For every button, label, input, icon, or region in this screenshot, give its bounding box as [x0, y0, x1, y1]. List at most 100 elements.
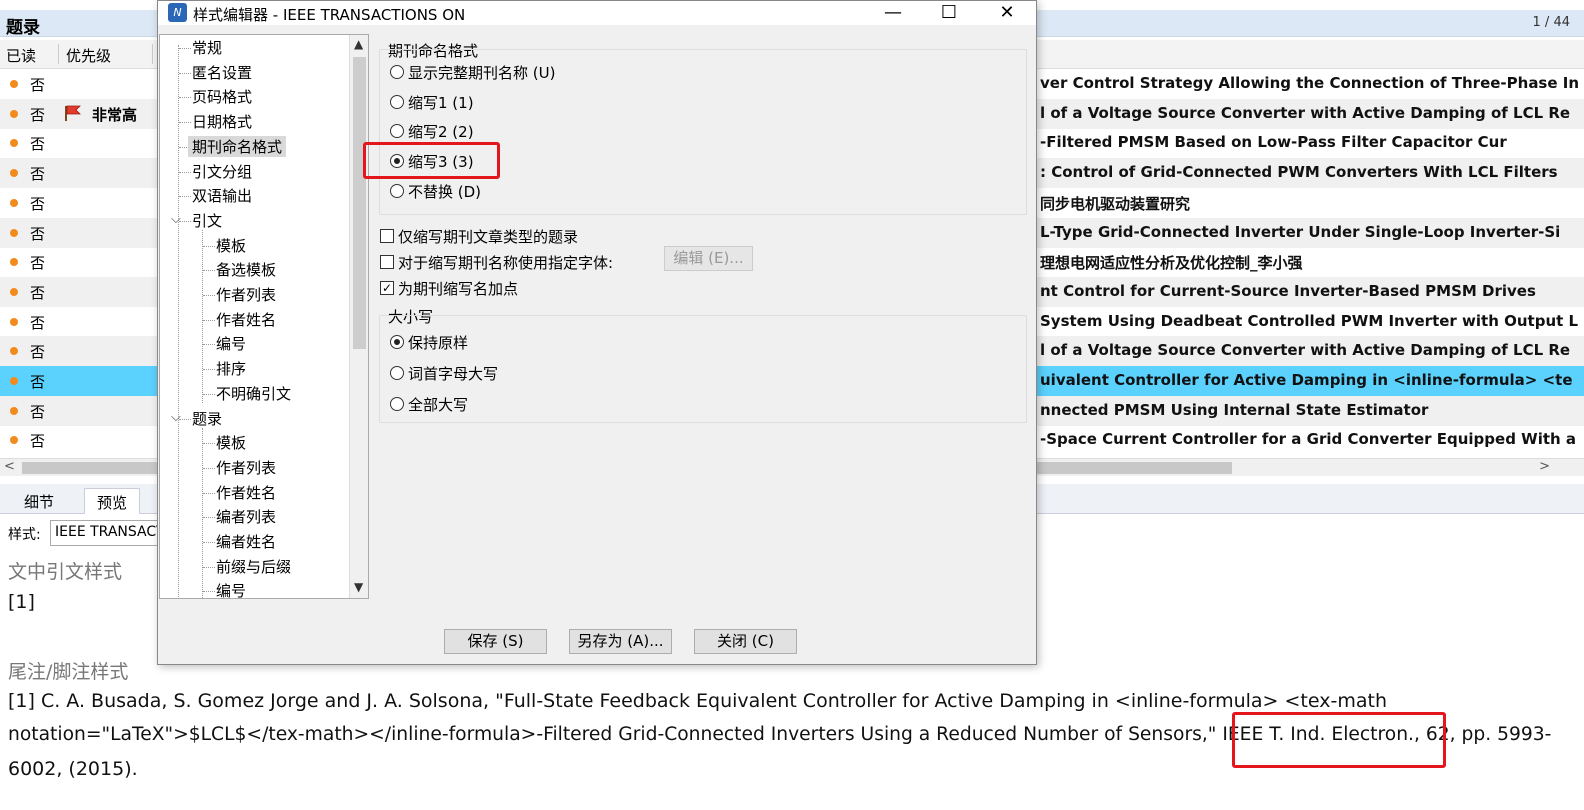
journal-format-radio-4[interactable] — [390, 183, 404, 198]
intext-citation-value: [1] — [8, 591, 35, 613]
scroll-down-icon[interactable]: ▼ — [354, 580, 363, 594]
column-header-read[interactable]: 已读 — [6, 45, 36, 66]
tree-item-page-format[interactable]: 页码格式 — [192, 86, 252, 107]
tree-item-prefix-suffix[interactable]: 前缀与后缀 — [216, 556, 291, 577]
close-icon[interactable]: ✕ — [984, 1, 1030, 25]
tree-scrollbar-thumb[interactable] — [353, 57, 366, 349]
use-font-checkbox[interactable] — [380, 255, 394, 269]
tree-item-citation-template[interactable]: 模板 — [216, 235, 246, 256]
row-title: : Control of Grid-Connected PWM Converte… — [1040, 163, 1558, 182]
row-read-status: 否 — [30, 402, 46, 421]
unread-dot-icon — [10, 287, 18, 296]
page-counter: 1 / 44 — [1532, 15, 1570, 30]
only-journal-checkbox[interactable] — [380, 229, 394, 243]
minimize-icon[interactable]: — — [870, 1, 916, 25]
unread-dot-icon — [10, 109, 18, 118]
style-editor-dialog: N 样式编辑器 - IEEE TRANSACTIONS ON — ☐ ✕ ▲ ▼… — [157, 0, 1037, 665]
tree-item-alt-template[interactable]: 备选模板 — [216, 259, 276, 280]
tree-guide-line — [202, 427, 203, 598]
maximize-icon[interactable]: ☐ — [926, 1, 972, 25]
tab-details[interactable]: 细节 — [12, 488, 66, 514]
case-radio-2[interactable] — [390, 397, 404, 411]
journal-format-radio-1[interactable] — [390, 94, 404, 109]
tree-item-sorting[interactable]: 排序 — [216, 358, 246, 379]
row-read-status: 否 — [30, 224, 46, 243]
tree-guide-line — [203, 393, 215, 395]
tree-item-bib-template[interactable]: 模板 — [216, 432, 246, 453]
row-title: 理想电网适应性分析及优化控制_李小强 — [1040, 254, 1303, 273]
tree-scrollbar[interactable]: ▲ ▼ — [349, 35, 368, 598]
tree-guide-line — [179, 72, 191, 74]
tree-guide-line — [203, 467, 215, 469]
save-as-button[interactable]: 另存为 (A)... — [569, 629, 672, 654]
journal-format-radio-0[interactable] — [390, 65, 404, 79]
tree-item-ambiguous[interactable]: 不明确引文 — [216, 383, 291, 404]
row-read-status: 否 — [30, 105, 46, 124]
case-radio-0[interactable] — [390, 335, 404, 349]
style-selector-row: 样式: IEEE TRANSACTIONS ON — [0, 518, 170, 548]
scroll-up-icon[interactable]: ▲ — [354, 37, 363, 51]
column-separator[interactable] — [58, 44, 59, 64]
scroll-left-icon[interactable]: < — [4, 459, 15, 474]
app-icon: N — [168, 3, 187, 22]
tree-guide-line — [203, 492, 215, 494]
scroll-right-icon[interactable]: > — [1539, 459, 1550, 474]
tree-item-bib-numbering[interactable]: 编号 — [216, 580, 246, 598]
column-separator[interactable] — [152, 44, 153, 64]
close-button[interactable]: 关闭 (C) — [694, 629, 797, 654]
tree-guide-line — [179, 48, 191, 49]
row-read-status: 否 — [30, 313, 46, 332]
chevron-down-icon[interactable]: ⌵ — [171, 212, 181, 227]
case-label-1: 词首字母大写 — [408, 365, 499, 383]
tree-guide-line — [203, 591, 215, 593]
intext-citation-heading: 文中引文样式 — [8, 561, 123, 583]
row-title: nt Control for Current-Source Inverter-B… — [1040, 281, 1536, 300]
row-title: System Using Deadbeat Controlled PWM Inv… — [1040, 311, 1579, 330]
tree-guide-line — [178, 45, 179, 598]
unread-dot-icon — [10, 436, 18, 445]
tree-item-citation-group[interactable]: 引文分组 — [192, 161, 252, 182]
row-title: L-Type Grid-Connected Inverter Under Sin… — [1040, 222, 1561, 241]
tab-preview[interactable]: 预览 — [84, 488, 141, 514]
row-title: -Filtered PMSM Based on Low-Pass Filter … — [1040, 133, 1507, 152]
unread-dot-icon — [10, 406, 18, 415]
tree-item-bib-author-list[interactable]: 作者列表 — [216, 457, 276, 478]
tree-item-citation-author-name[interactable]: 作者姓名 — [216, 309, 276, 330]
case-radio-1[interactable] — [390, 366, 404, 380]
tree-item-editor-name[interactable]: 编者姓名 — [216, 531, 276, 552]
tree-guide-line — [179, 196, 191, 198]
style-select[interactable]: IEEE TRANSACTIONS ON — [50, 520, 165, 546]
journal-format-label-0: 显示完整期刊名称 (U) — [408, 64, 556, 82]
tree-item-bib-author-name[interactable]: 作者姓名 — [216, 482, 276, 503]
tree-item-bilingual[interactable]: 双语输出 — [192, 185, 252, 206]
unread-dot-icon — [10, 377, 18, 385]
add-period-checkbox[interactable]: ✓ — [380, 281, 394, 295]
row-read-status: 否 — [30, 254, 46, 273]
tree-item-citation-author-list[interactable]: 作者列表 — [216, 284, 276, 305]
tree-item-general[interactable]: 常规 — [192, 37, 222, 58]
row-title: 同步电机驱动装置研究 — [1040, 194, 1191, 213]
row-title: l of a Voltage Source Converter with Act… — [1040, 341, 1571, 360]
unread-dot-icon — [10, 317, 18, 326]
tree-item-date-format[interactable]: 日期格式 — [192, 111, 252, 132]
settings-tree: ▲ ▼ 常规 匿名设置 页码格式 日期格式 期刊命名格式 引文分组 双语输出 ⌵ 引文 模板 备选模… — [159, 34, 369, 599]
edit-font-button[interactable]: 编辑 (E)... — [664, 246, 753, 271]
chevron-down-icon[interactable]: ⌵ — [171, 410, 181, 425]
tree-guide-line — [203, 344, 215, 346]
row-read-status: 否 — [30, 432, 46, 451]
tree-item-citation-numbering[interactable]: 编号 — [216, 333, 246, 354]
journal-format-label-1: 缩写1 (1) — [408, 93, 474, 112]
tree-item-anonymous[interactable]: 匿名设置 — [192, 62, 252, 83]
tree-item-citation[interactable]: 引文 — [192, 210, 222, 231]
footnote-heading: 尾注/脚注样式 — [8, 661, 129, 683]
save-button[interactable]: 保存 (S) — [444, 629, 547, 654]
unread-dot-icon — [10, 347, 18, 356]
tree-guide-line — [179, 97, 191, 99]
unread-dot-icon — [10, 80, 18, 88]
highlight-box-abbrev3 — [363, 142, 500, 179]
dialog-titlebar[interactable]: N 样式编辑器 - IEEE TRANSACTIONS ON — ☐ ✕ — [158, 1, 1036, 25]
column-header-priority[interactable]: 优先级 — [66, 45, 111, 66]
tree-item-journal-naming[interactable]: 期刊命名格式 — [188, 135, 287, 157]
tree-item-editor-list[interactable]: 编者列表 — [216, 506, 276, 527]
tree-item-bibliography[interactable]: 题录 — [192, 408, 222, 429]
